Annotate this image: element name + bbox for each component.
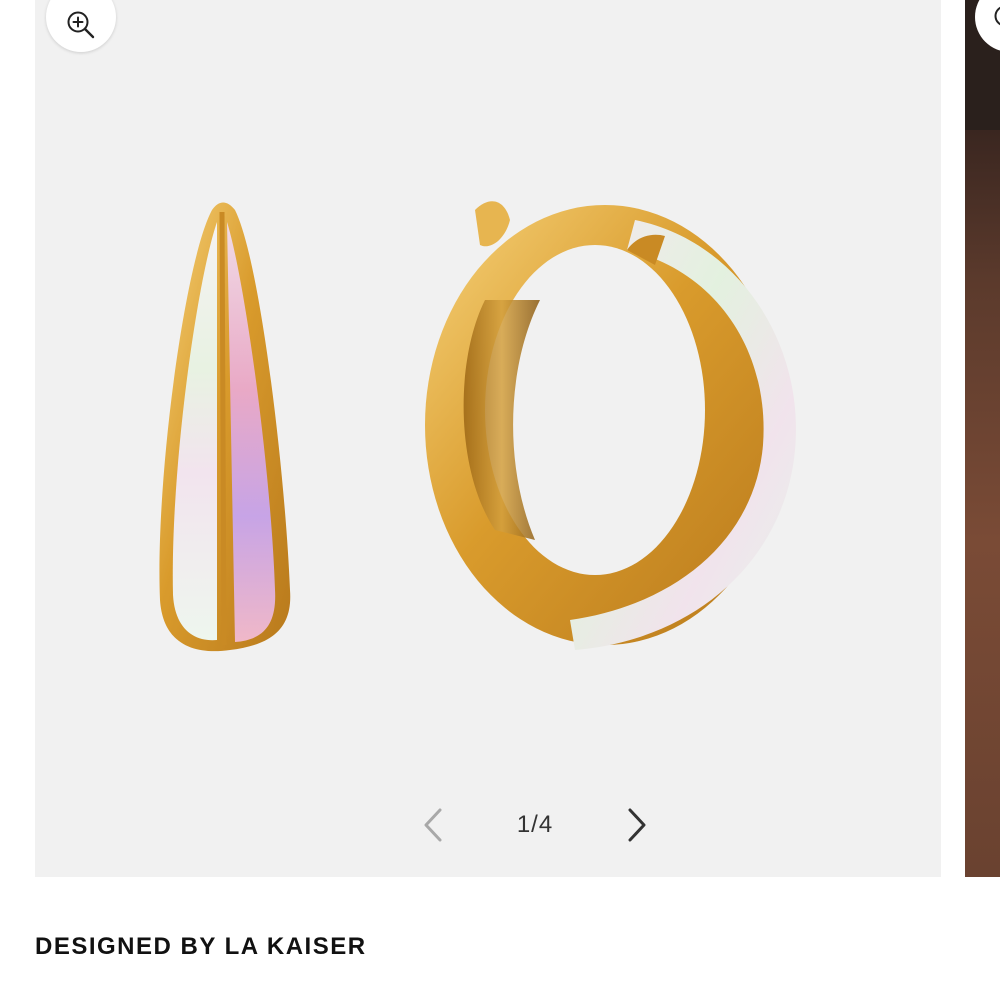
gallery-next-button[interactable] <box>619 803 655 847</box>
chevron-right-icon <box>628 808 646 842</box>
gallery-page-count: 1/4 <box>516 811 554 838</box>
zoom-in-icon <box>67 11 95 39</box>
product-gallery-slide[interactable]: 1/4 <box>35 0 941 877</box>
earring-front-view <box>425 201 796 650</box>
designer-credit: DESIGNED BY LA KAISER <box>35 933 367 960</box>
model-photo <box>965 130 1000 877</box>
next-gallery-slide[interactable] <box>965 0 1000 877</box>
zoom-in-icon <box>994 6 1000 26</box>
earring-side-view <box>159 202 291 652</box>
product-image <box>159 201 796 652</box>
chevron-left-icon <box>424 808 442 842</box>
gallery-prev-button[interactable] <box>415 803 451 847</box>
product-page: 1/4 DESIGNED BY LA KAISER <box>0 0 1000 1000</box>
gallery-pager: 1/4 <box>415 800 655 850</box>
